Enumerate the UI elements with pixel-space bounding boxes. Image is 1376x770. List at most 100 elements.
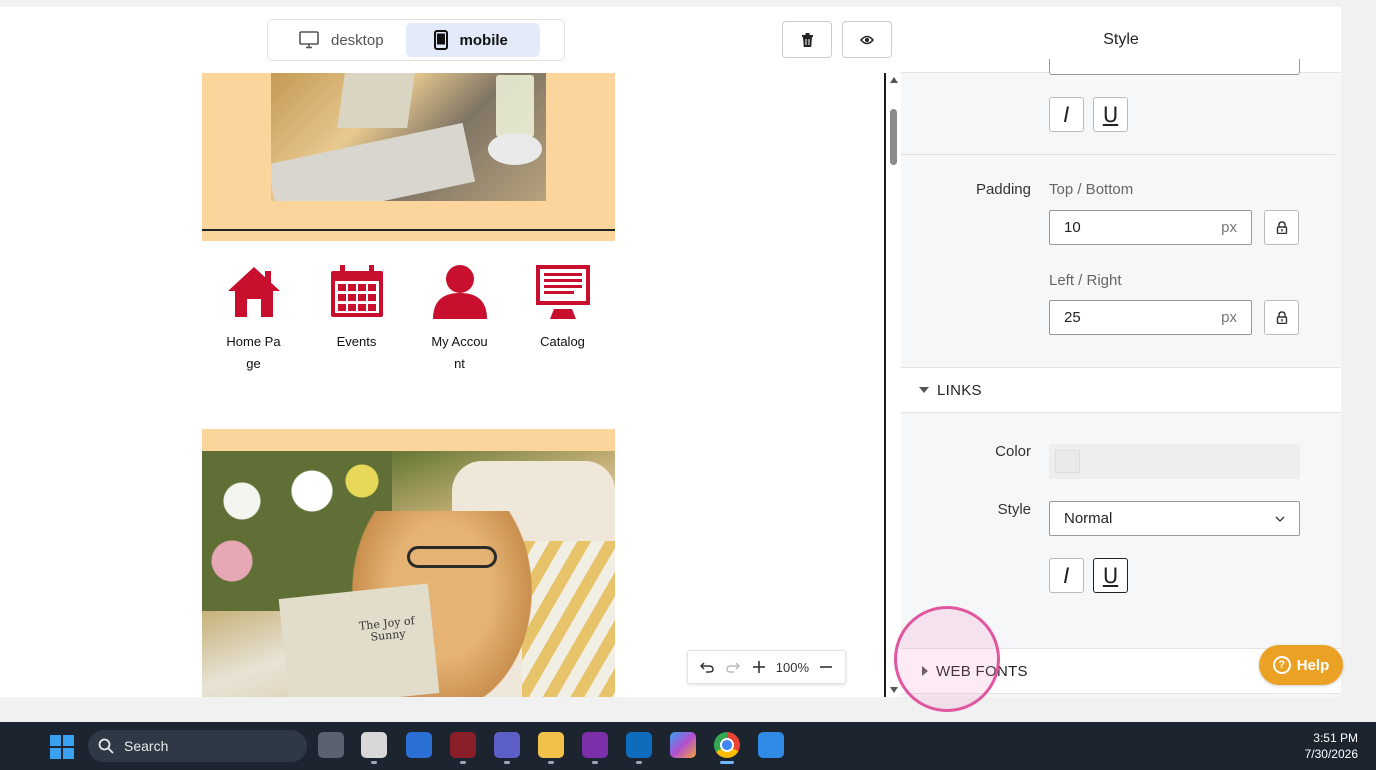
nav-account-label: My Account xyxy=(431,334,488,371)
nav-events[interactable]: Events xyxy=(305,241,408,429)
windows-icon xyxy=(50,735,74,759)
style-panel: Style I U Padding Top / Bottom 10 px Lef… xyxy=(901,7,1341,697)
running-indicator xyxy=(548,761,554,764)
view-toggle: desktop mobile xyxy=(267,19,565,61)
padding-left-right-input[interactable]: 25 px xyxy=(1049,300,1252,335)
file-explorer-icon[interactable] xyxy=(538,732,564,764)
delete-button[interactable] xyxy=(782,21,832,58)
email-preview: Home Page Events My Account Catalog The … xyxy=(202,73,615,697)
padding-top-bottom-input[interactable]: 10 px xyxy=(1049,210,1252,245)
search-icon xyxy=(98,738,114,754)
style-label: Style xyxy=(997,501,1031,518)
dog-reading-image-top[interactable] xyxy=(271,73,546,201)
striped-cushion-shape xyxy=(522,541,615,697)
book-cover: The Joy of Sunny xyxy=(278,583,440,697)
lock-left-right-button[interactable] xyxy=(1264,300,1299,335)
padding-top-bottom-value: 10 xyxy=(1064,219,1081,236)
color-swatch[interactable] xyxy=(1055,450,1080,473)
italic-button-top[interactable]: I xyxy=(1049,97,1084,132)
mobile-view-button[interactable]: mobile xyxy=(405,23,540,57)
scroll-up-arrow-icon[interactable] xyxy=(890,77,898,83)
bowl-shape xyxy=(488,133,542,165)
link-underline-button[interactable]: U xyxy=(1093,558,1128,593)
link-style-value: Normal xyxy=(1064,510,1113,527)
start-button[interactable] xyxy=(50,735,74,764)
editor-app: desktop mobile Home Page Events My Accou… xyxy=(0,7,1341,697)
system-clock[interactable]: 3:51 PM 7/30/2026 xyxy=(1305,730,1358,762)
snipping-tool-icon[interactable] xyxy=(361,732,387,764)
calendar-icon xyxy=(330,265,383,317)
web-fonts-section-label: WEB FONTS xyxy=(936,662,1028,680)
lock-icon xyxy=(1276,311,1287,324)
nav-home[interactable]: Home Page xyxy=(202,241,305,429)
lock-icon xyxy=(1276,221,1287,234)
eye-icon xyxy=(860,35,874,44)
running-indicator xyxy=(460,761,466,764)
plus-icon xyxy=(752,661,765,673)
underline-button-top[interactable]: U xyxy=(1093,97,1128,132)
nav-home-label: Home Page xyxy=(226,334,281,371)
dog-reading-image[interactable]: The Joy of Sunny xyxy=(202,451,615,697)
left-right-label: Left / Right xyxy=(1049,272,1122,289)
taskbar-search[interactable]: Search xyxy=(88,730,307,762)
home-icon xyxy=(227,267,280,317)
minus-icon xyxy=(819,666,832,668)
running-indicator xyxy=(504,761,510,764)
color-label: Color xyxy=(995,443,1031,460)
scroll-thumb[interactable] xyxy=(890,109,897,165)
links-section-header[interactable]: LINKS xyxy=(901,367,1341,413)
calendar-app-icon[interactable] xyxy=(406,732,432,758)
nav-account[interactable]: My Account xyxy=(408,241,511,429)
link-color-picker[interactable] xyxy=(1049,444,1300,479)
zoom-in-button[interactable] xyxy=(750,658,768,676)
editor-toolbar: desktop mobile xyxy=(0,7,898,73)
taskbar: Search 3:51 PM 7/30/2026 xyxy=(0,722,1376,770)
help-button[interactable]: ? Help xyxy=(1259,645,1343,685)
running-indicator xyxy=(636,761,642,764)
desktop-view-label: desktop xyxy=(331,31,384,49)
glasses-shape xyxy=(407,546,497,568)
mobile-view-label: mobile xyxy=(459,31,508,49)
search-label: Search xyxy=(124,738,169,754)
divider-line xyxy=(202,229,615,231)
outlook-icon[interactable] xyxy=(626,732,652,764)
teams-icon[interactable] xyxy=(494,732,520,764)
caret-right-icon xyxy=(922,666,928,676)
padding-left-right-value: 25 xyxy=(1064,309,1081,326)
link-italic-button[interactable]: I xyxy=(1049,558,1084,593)
redo-button[interactable] xyxy=(724,658,742,676)
clock-date: 7/30/2026 xyxy=(1304,747,1358,761)
photos-icon[interactable] xyxy=(758,732,784,758)
catalog-icon xyxy=(535,265,590,319)
hero-block-bottom[interactable]: The Joy of Sunny xyxy=(202,429,615,697)
book-shape xyxy=(337,73,415,128)
hero-block-top[interactable] xyxy=(202,73,615,241)
undo-button[interactable] xyxy=(698,658,716,676)
redo-icon xyxy=(726,662,740,673)
onenote-icon[interactable] xyxy=(582,732,608,764)
canvas-scrollbar[interactable] xyxy=(884,73,900,697)
email-canvas: Home Page Events My Account Catalog The … xyxy=(0,73,884,697)
help-icon: ? xyxy=(1272,656,1291,674)
book-title: The Joy of Sunny xyxy=(358,614,416,644)
active-indicator xyxy=(720,761,734,764)
m365-icon[interactable] xyxy=(670,732,696,758)
link-style-select[interactable]: Normal xyxy=(1049,501,1300,536)
scroll-down-arrow-icon[interactable] xyxy=(890,687,898,693)
glass-shape xyxy=(496,75,534,137)
task-view-icon[interactable] xyxy=(318,732,344,758)
preview-button[interactable] xyxy=(842,21,892,58)
chrome-icon[interactable] xyxy=(714,732,740,764)
desktop-icon xyxy=(299,31,319,49)
trash-icon xyxy=(801,32,813,47)
desktop-view-button[interactable]: desktop xyxy=(271,23,402,57)
links-section-label: LINKS xyxy=(937,381,982,399)
recording-app-icon[interactable] xyxy=(450,732,476,764)
top-bottom-label: Top / Bottom xyxy=(1049,181,1134,198)
lock-top-bottom-button[interactable] xyxy=(1264,210,1299,245)
partial-input[interactable] xyxy=(1049,59,1300,75)
zoom-out-button[interactable] xyxy=(817,658,835,676)
nav-catalog[interactable]: Catalog xyxy=(511,241,614,429)
panel-divider xyxy=(901,154,1335,155)
padding-label: Padding xyxy=(975,181,1031,198)
